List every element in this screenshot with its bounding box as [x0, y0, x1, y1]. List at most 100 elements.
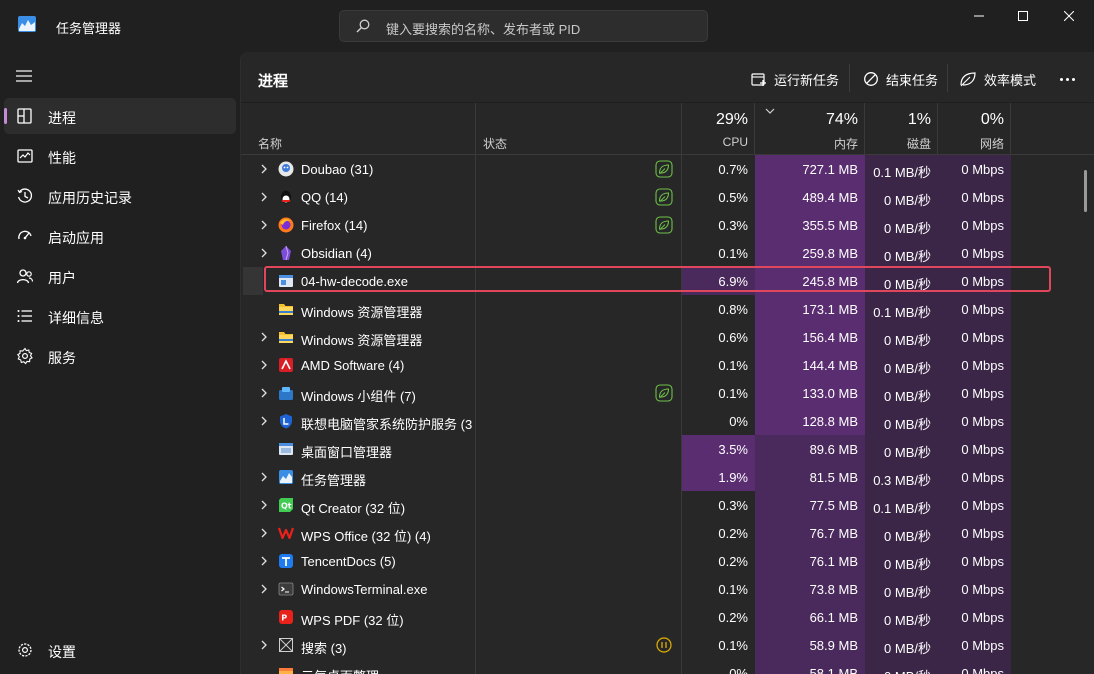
minimize-button[interactable]: [956, 0, 1002, 32]
network-cell: 0 Mbps: [938, 323, 1011, 351]
network-cell: 0 Mbps: [938, 295, 1011, 323]
disk-cell: 0.1 MB/秒: [865, 295, 938, 323]
maximize-button[interactable]: [1000, 0, 1046, 32]
disk-cell: 0 MB/秒: [865, 659, 938, 674]
memory-total-percent[interactable]: 74%: [755, 111, 858, 129]
run-new-task-button[interactable]: 运行新任务: [751, 68, 839, 90]
column-divider[interactable]: [1010, 103, 1011, 155]
process-table-body: Doubao (31) 0.7% 727.1 MB 0.1 MB/秒 0 Mbps QQ …: [241, 155, 1094, 674]
memory-cell: 144.4 MB: [755, 351, 865, 379]
table-row[interactable]: Firefox (14) 0.3% 355.5 MB 0 MB/秒 0 Mbps: [241, 211, 1085, 239]
table-row[interactable]: Qt Qt Creator (32 位) 0.3% 77.5 MB 0.1 MB/秒 0 …: [241, 491, 1085, 519]
network-total-percent[interactable]: 0%: [938, 111, 1004, 129]
sidebar-item-users[interactable]: 用户: [4, 258, 236, 294]
sidebar-item-details[interactable]: 详细信息: [4, 298, 236, 334]
more-options-icon[interactable]: [1057, 68, 1077, 90]
sidebar-item-services[interactable]: 服务: [4, 338, 236, 374]
disk-total-percent[interactable]: 1%: [865, 111, 931, 129]
table-row[interactable]: Doubao (31) 0.7% 727.1 MB 0.1 MB/秒 0 Mbps: [241, 155, 1085, 183]
cpu-cell: 0.1%: [682, 631, 755, 659]
column-header-disk[interactable]: 磁盘: [865, 135, 931, 152]
chevron-right-icon[interactable]: [260, 192, 268, 202]
title-bar: 任务管理器 键入要搜索的名称、发布者或 PID: [0, 0, 1094, 52]
sidebar-item-performance[interactable]: 性能: [4, 138, 236, 174]
chevron-right-icon[interactable]: [260, 360, 268, 370]
cpu-cell: 0.8%: [682, 295, 755, 323]
cpu-cell: 0.2%: [682, 547, 755, 575]
folder-icon: [279, 304, 293, 315]
cpu-total-percent[interactable]: 29%: [682, 111, 748, 129]
chevron-right-icon[interactable]: [260, 584, 268, 594]
chevron-right-icon[interactable]: [260, 528, 268, 538]
end-task-button[interactable]: 结束任务: [863, 68, 938, 90]
process-name: Windows 小组件 (7): [301, 389, 416, 404]
table-row[interactable]: 联想电脑管家系统防护服务 (3... 0% 128.8 MB 0 MB/秒 0 Mbps: [241, 407, 1085, 435]
column-header-cpu[interactable]: CPU: [682, 135, 748, 149]
table-row[interactable]: AMD Software (4) 0.1% 144.4 MB 0 MB/秒 0 Mbps: [241, 351, 1085, 379]
table-row[interactable]: 元气桌面整理 0%58.1 MB0 MB/秒0 Mbps: [241, 659, 1085, 674]
exe-icon: [279, 275, 293, 287]
chevron-right-icon[interactable]: [260, 556, 268, 566]
search-box[interactable]: 键入要搜索的名称、发布者或 PID: [339, 10, 708, 42]
network-cell: 0 Mbps: [938, 575, 1011, 603]
network-cell: 0 Mbps: [938, 351, 1011, 379]
chevron-right-icon[interactable]: [260, 640, 268, 650]
chevron-right-icon[interactable]: [260, 332, 268, 342]
chevron-right-icon[interactable]: [260, 220, 268, 230]
disk-cell: 0 MB/秒: [865, 407, 938, 435]
sidebar-item-settings[interactable]: 设置: [4, 632, 236, 668]
chevron-right-icon[interactable]: [260, 416, 268, 426]
cpu-cell: 3.5%: [682, 435, 755, 463]
sidebar-item-label: 用户: [48, 270, 76, 286]
table-row[interactable]: 04-hw-decode.exe 6.9% 245.8 MB 0 MB/秒 0 Mbps: [241, 267, 1085, 295]
chevron-right-icon[interactable]: [260, 500, 268, 510]
table-row[interactable]: 任务管理器 1.9% 81.5 MB 0.3 MB/秒 0 Mbps: [241, 463, 1085, 491]
column-divider[interactable]: [475, 103, 476, 155]
memory-cell: 133.0 MB: [755, 379, 865, 407]
network-cell: 0 Mbps: [938, 267, 1011, 295]
table-row[interactable]: Obsidian (4) 0.1% 259.8 MB 0 MB/秒 0 Mbps: [241, 239, 1085, 267]
table-row[interactable]: WindowsTerminal.exe 0.1% 73.8 MB 0 MB/秒 0 Mb…: [241, 575, 1085, 603]
efficiency-mode-button[interactable]: 效率模式: [959, 68, 1036, 90]
sidebar-item-app-history[interactable]: 应用历史记录: [4, 178, 236, 214]
desktop-organizer-icon: [279, 668, 293, 674]
column-header-name[interactable]: 名称: [258, 135, 282, 152]
close-button[interactable]: [1046, 0, 1092, 32]
hamburger-menu-icon[interactable]: [16, 70, 32, 82]
table-row[interactable]: Windows 资源管理器 0.8% 173.1 MB 0.1 MB/秒 0 Mbps: [241, 295, 1085, 323]
sidebar-item-processes[interactable]: 进程: [4, 98, 236, 134]
cpu-cell: 0.2%: [682, 603, 755, 631]
chevron-right-icon[interactable]: [260, 248, 268, 258]
network-cell: 0 Mbps: [938, 155, 1011, 183]
table-row[interactable]: 桌面窗口管理器 3.5% 89.6 MB 0 MB/秒 0 Mbps: [241, 435, 1085, 463]
sidebar-item-startup[interactable]: 启动应用: [4, 218, 236, 254]
efficiency-leaf-icon: [655, 188, 673, 206]
column-header-memory[interactable]: 内存: [755, 135, 858, 152]
vertical-scrollbar[interactable]: [1084, 170, 1087, 212]
sidebar-item-label: 设置: [48, 644, 76, 660]
page-title: 进程: [258, 73, 289, 90]
process-name: Firefox (14): [301, 218, 368, 233]
chevron-right-icon[interactable]: [260, 388, 268, 398]
memory-cell: 58.1 MB: [755, 659, 865, 674]
table-row[interactable]: 搜索 (3) 0.1% 58.9 MB 0 MB/秒 0 Mbps: [241, 631, 1085, 659]
memory-cell: 77.5 MB: [755, 491, 865, 519]
table-row[interactable]: TencentDocs (5) 0.2% 76.1 MB 0 MB/秒 0 Mbps: [241, 547, 1085, 575]
sidebar-item-label: 进程: [48, 110, 76, 126]
table-row[interactable]: WPS Office (32 位) (4) 0.2% 76.7 MB 0 MB/秒 0 …: [241, 519, 1085, 547]
cpu-cell: 1.9%: [682, 463, 755, 491]
table-row[interactable]: P WPS PDF (32 位) 0.2% 66.1 MB 0 MB/秒 0 Mbps: [241, 603, 1085, 631]
table-row[interactable]: Windows 小组件 (7) 0.1% 133.0 MB 0 MB/秒 0 Mbps: [241, 379, 1085, 407]
table-row[interactable]: Windows 资源管理器 0.6% 156.4 MB 0 MB/秒 0 Mbps: [241, 323, 1085, 351]
process-name: 桌面窗口管理器: [301, 445, 393, 460]
end-task-label: 结束任务: [886, 72, 939, 88]
column-header-network[interactable]: 网络: [938, 135, 1004, 152]
chevron-right-icon[interactable]: [260, 164, 268, 174]
widgets-icon: [279, 387, 293, 400]
table-row[interactable]: QQ (14) 0.5% 489.4 MB 0 MB/秒 0 Mbps: [241, 183, 1085, 211]
process-name: Doubao (31): [301, 162, 374, 177]
search-placeholder[interactable]: 键入要搜索的名称、发布者或 PID: [386, 19, 580, 38]
chevron-right-icon[interactable]: [260, 472, 268, 482]
search-icon: [356, 19, 370, 33]
column-header-status[interactable]: 状态: [483, 135, 507, 152]
